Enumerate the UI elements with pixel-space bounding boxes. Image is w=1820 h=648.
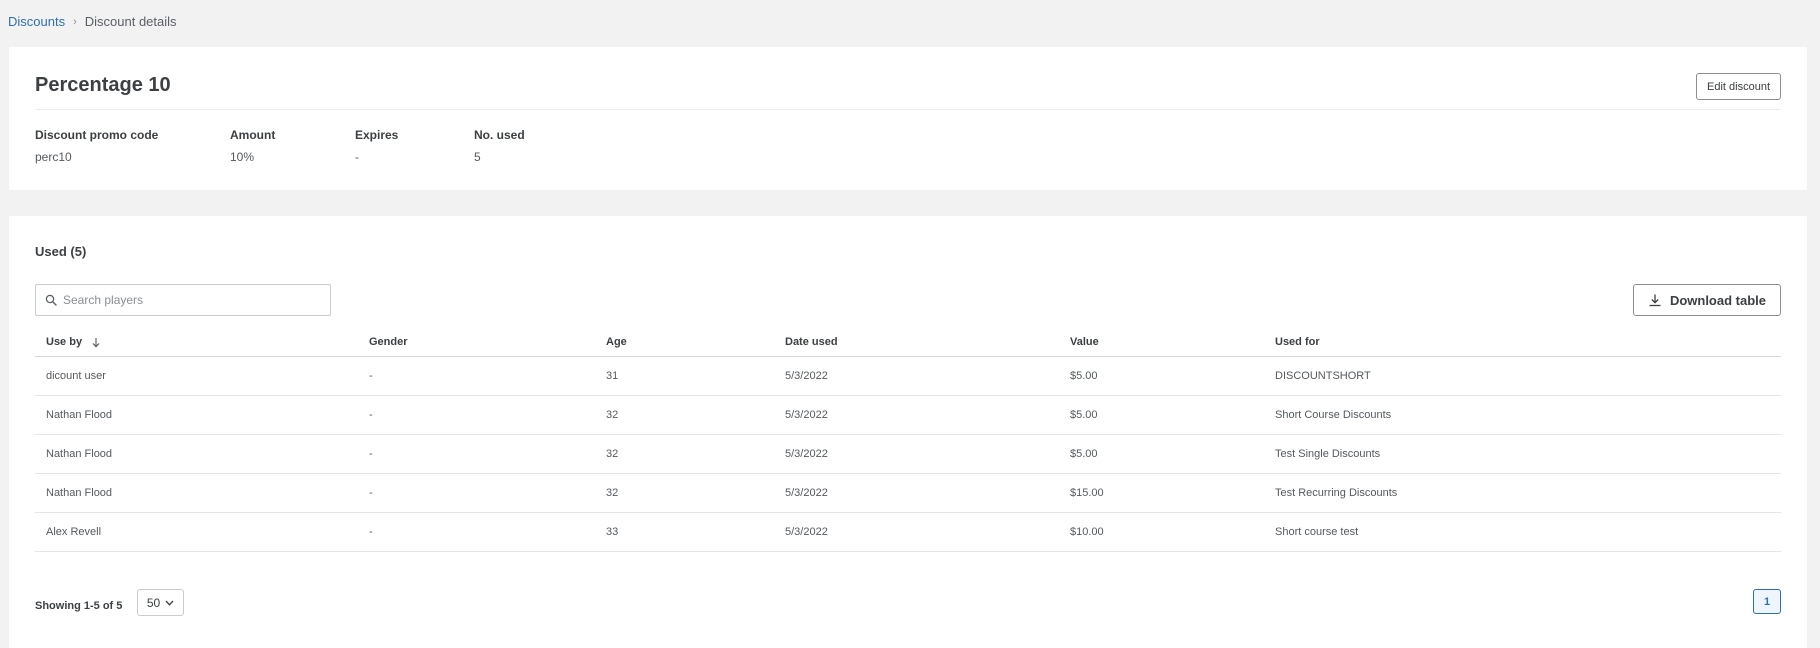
showing-count: Showing 1-5 of 5 xyxy=(35,600,123,612)
search-icon xyxy=(45,294,57,306)
table-row[interactable]: Nathan Flood - 32 5/3/2022 $5.00 Short C… xyxy=(35,395,1781,435)
cell-use-by: Nathan Flood xyxy=(35,473,358,513)
cell-date-used: 5/3/2022 xyxy=(774,473,1059,513)
cell-value: $5.00 xyxy=(1059,434,1264,474)
search-box[interactable] xyxy=(35,284,331,316)
per-page-select[interactable]: 50 xyxy=(137,589,184,616)
cell-age: 32 xyxy=(595,434,774,474)
download-table-button[interactable]: Download table xyxy=(1632,284,1781,316)
download-table-label: Download table xyxy=(1669,292,1766,308)
search-players-input[interactable] xyxy=(63,293,313,307)
page-title: Percentage 10 xyxy=(35,74,171,96)
cell-age: 32 xyxy=(595,395,774,435)
cell-use-by: Nathan Flood xyxy=(35,395,358,435)
no-used-value: 5 xyxy=(474,150,481,164)
table-header-row: Use by Gender Age Date used Value Used f… xyxy=(35,329,1781,357)
used-table: Use by Gender Age Date used Value Used f… xyxy=(35,329,1781,552)
used-section-title: Used (5) xyxy=(35,244,87,259)
breadcrumb-separator: › xyxy=(73,15,77,28)
per-page-value: 50 xyxy=(146,595,161,610)
column-header-label: Use by xyxy=(46,336,83,349)
amount-label: Amount xyxy=(230,128,276,142)
cell-gender: - xyxy=(358,356,595,396)
column-header-gender: Gender xyxy=(358,329,595,357)
cell-use-by: Nathan Flood xyxy=(35,434,358,474)
promo-code-value: perc10 xyxy=(35,150,72,164)
cell-value: $5.00 xyxy=(1059,395,1264,435)
promo-code-field: Discount promo code perc10 xyxy=(35,128,158,164)
table-row[interactable]: Nathan Flood - 32 5/3/2022 $15.00 Test R… xyxy=(35,473,1781,513)
table-row[interactable]: Nathan Flood - 32 5/3/2022 $5.00 Test Si… xyxy=(35,434,1781,474)
cell-date-used: 5/3/2022 xyxy=(774,512,1059,552)
amount-field: Amount 10% xyxy=(230,128,275,164)
edit-discount-button[interactable]: Edit discount xyxy=(1696,73,1781,100)
column-header-used-for: Used for xyxy=(1264,329,1781,357)
table-row[interactable]: Alex Revell - 33 5/3/2022 $10.00 Short c… xyxy=(35,512,1781,552)
cell-value: $10.00 xyxy=(1059,512,1264,552)
breadcrumb-discounts-link[interactable]: Discounts xyxy=(8,14,65,29)
discount-summary-card: Percentage 10 Edit discount Discount pro… xyxy=(9,47,1807,190)
cell-date-used: 5/3/2022 xyxy=(774,434,1059,474)
download-icon xyxy=(1649,294,1661,307)
cell-date-used: 5/3/2022 xyxy=(774,356,1059,396)
table-row[interactable]: dicount user - 31 5/3/2022 $5.00 DISCOUN… xyxy=(35,356,1781,396)
cell-value: $15.00 xyxy=(1059,473,1264,513)
breadcrumb-current: Discount details xyxy=(84,14,177,29)
cell-use-by: dicount user xyxy=(35,356,358,396)
cell-gender: - xyxy=(358,434,595,474)
expires-field: Expires - xyxy=(355,128,398,164)
column-header-use-by[interactable]: Use by xyxy=(35,329,358,357)
cell-used-for: Test Single Discounts xyxy=(1264,434,1781,474)
cell-value: $5.00 xyxy=(1059,356,1264,396)
table-body: dicount user - 31 5/3/2022 $5.00 DISCOUN… xyxy=(35,356,1781,552)
arrow-down-icon[interactable] xyxy=(91,337,101,348)
summary-divider xyxy=(35,109,1781,110)
cell-used-for: Test Recurring Discounts xyxy=(1264,473,1781,513)
cell-used-for: DISCOUNTSHORT xyxy=(1264,356,1781,396)
cell-used-for: Short Course Discounts xyxy=(1264,395,1781,435)
no-used-field: No. used 5 xyxy=(474,128,525,164)
column-header-value: Value xyxy=(1059,329,1264,357)
amount-value: 10% xyxy=(230,150,255,164)
cell-age: 31 xyxy=(595,356,774,396)
cell-used-for: Short course test xyxy=(1264,512,1781,552)
cell-age: 33 xyxy=(595,512,774,552)
cell-gender: - xyxy=(358,395,595,435)
no-used-label: No. used xyxy=(474,128,525,142)
chevron-down-icon xyxy=(165,600,174,606)
expires-value: - xyxy=(355,150,359,164)
expires-label: Expires xyxy=(355,128,399,142)
cell-gender: - xyxy=(358,473,595,513)
breadcrumb: Discounts › Discount details xyxy=(8,14,177,29)
page-1-button[interactable]: 1 xyxy=(1753,589,1781,614)
column-header-age: Age xyxy=(595,329,774,357)
promo-code-label: Discount promo code xyxy=(35,128,159,142)
cell-age: 32 xyxy=(595,473,774,513)
used-section-card: Used (5) Download table Use by xyxy=(9,216,1807,648)
cell-date-used: 5/3/2022 xyxy=(774,395,1059,435)
cell-use-by: Alex Revell xyxy=(35,512,358,552)
column-header-date-used: Date used xyxy=(774,329,1059,357)
cell-gender: - xyxy=(358,512,595,552)
